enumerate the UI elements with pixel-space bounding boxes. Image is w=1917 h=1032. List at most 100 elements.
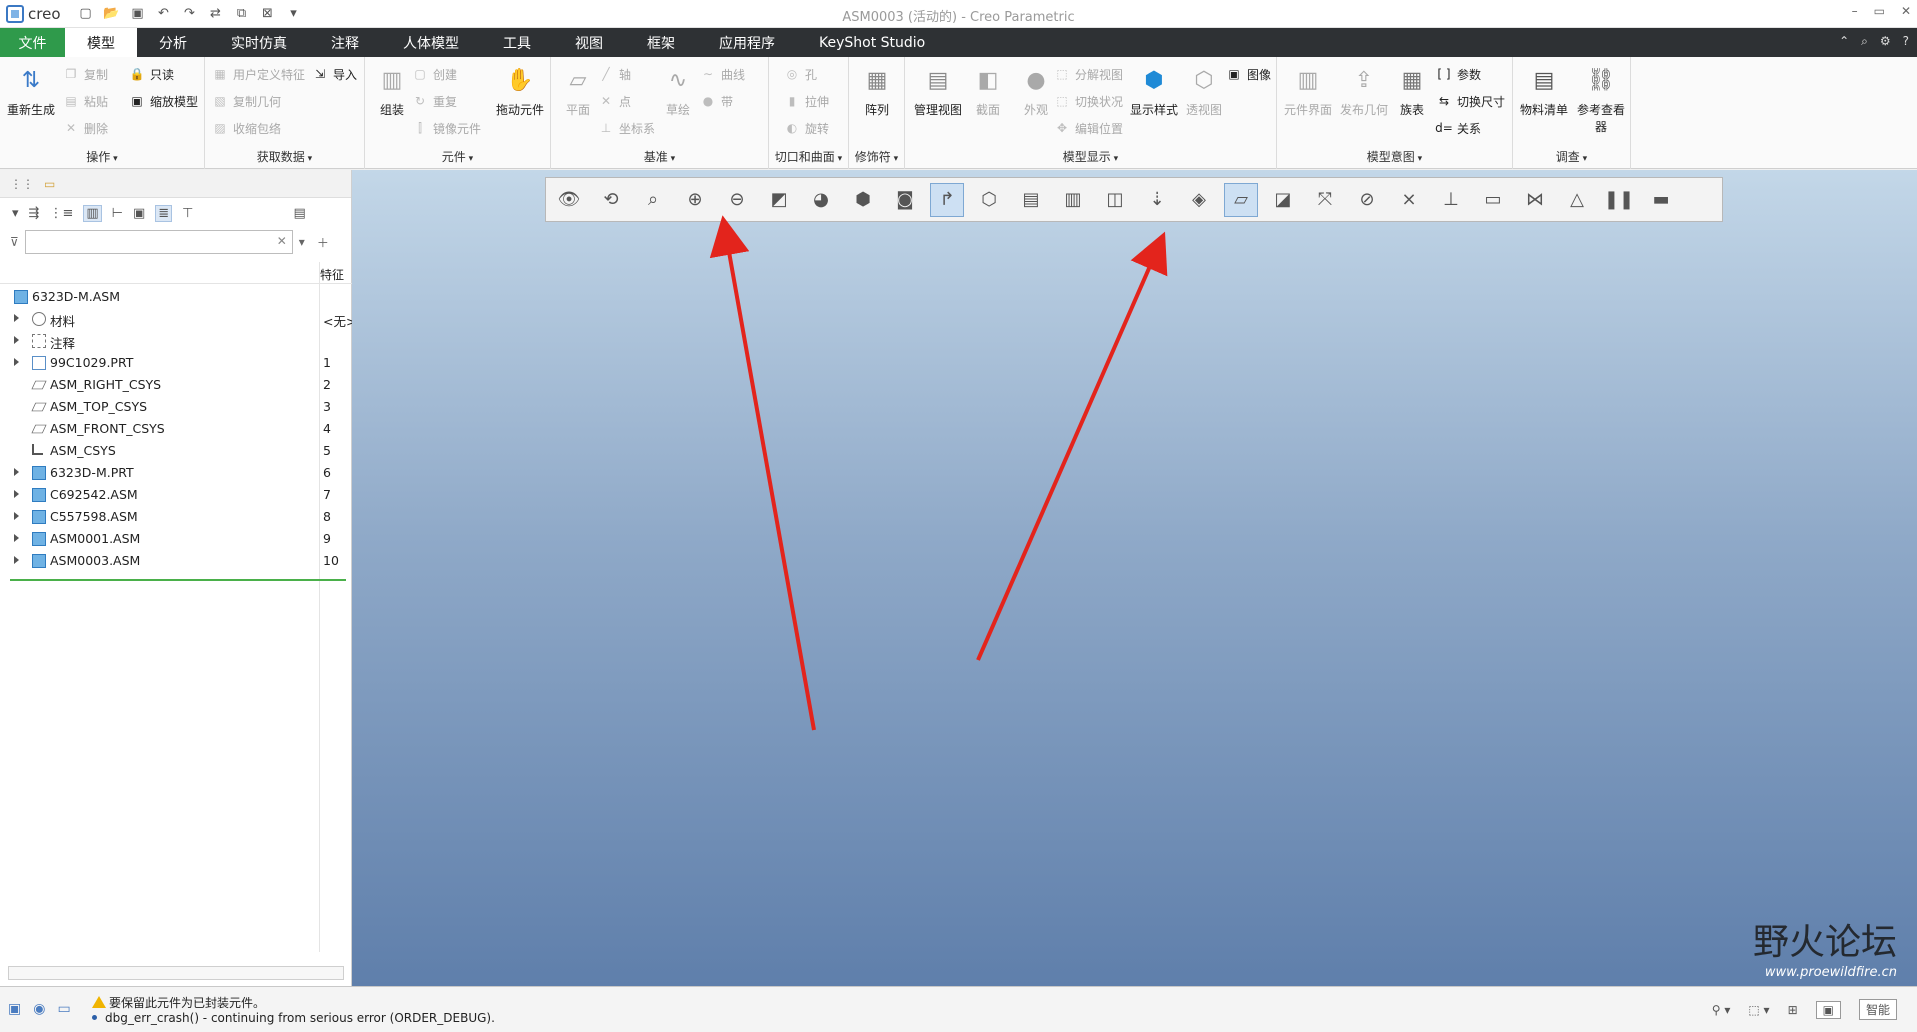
expand-arrow-icon[interactable] [14,468,19,476]
list-view-icon[interactable]: ≣ [155,204,173,222]
horizontal-scrollbar[interactable] [8,966,344,980]
udf-button[interactable]: ▦ 用户定义特征 [211,63,305,85]
expand-arrow-icon[interactable] [14,490,19,498]
group-label[interactable]: 元件 [365,148,550,165]
tree-row[interactable]: 6323D-M.ASM [0,286,352,308]
help-icon[interactable]: ? [1903,34,1909,49]
copy-button[interactable]: ❐ 复制 [62,63,108,85]
create-button[interactable]: ▢ 创建 [411,63,457,85]
insert-here-marker[interactable] [10,579,346,581]
expand-arrow-icon[interactable] [14,336,19,344]
clear-search-icon[interactable]: ✕ [277,234,287,248]
collapse-ribbon-icon[interactable]: ⌃ [1839,34,1849,49]
tree-row[interactable]: ASM0003.ASM 10 [0,550,352,572]
save-icon[interactable]: ▣ [127,4,149,24]
expand-arrow-icon[interactable] [14,534,19,542]
tab-view[interactable]: 视图 [553,28,625,57]
expand-arrow-icon[interactable] [14,556,19,564]
tree-search-input[interactable]: ✕ [24,230,293,254]
windows-icon[interactable]: ⧉ [231,4,253,24]
filter-icon[interactable]: ⊽ [10,235,19,249]
curve-button[interactable]: ∼ 曲线 [699,63,745,85]
section-button[interactable]: ◧ 截面 [961,63,1015,118]
settings-icon[interactable]: ⚙ [1880,34,1891,49]
tab-framework[interactable]: 框架 [625,28,697,57]
component-interface-button[interactable]: ▥ 元件界面 [1281,63,1335,118]
tree-row[interactable]: 注释 [0,330,352,352]
explode-view-button[interactable]: ⬚ 分解视图 [1053,63,1123,85]
axis-button[interactable]: ╱ 轴 [597,63,631,85]
close-button[interactable]: ✕ [1901,4,1911,18]
reference-viewer-button[interactable]: ⛓ 参考查看器 [1573,63,1629,135]
tree-row[interactable]: ASM0001.ASM 9 [0,528,352,550]
pattern-button[interactable]: ▦ 阵列 [850,63,904,118]
tree-row[interactable]: 99C1029.PRT 1 [0,352,352,374]
switch-dimensions-button[interactable]: ⇆ 切换尺寸 [1435,90,1505,112]
tree-row[interactable]: 材料 <无> [0,308,356,330]
tab-model[interactable]: 模型 [65,28,137,57]
publish-geometry-button[interactable]: ⇪ 发布几何 [1337,63,1391,118]
grid-icon[interactable]: ⊞ [1788,1003,1798,1017]
find-icon[interactable]: ⚲ ▾ [1712,1003,1731,1017]
regeneration-status-icon[interactable]: ▣ [1815,1000,1841,1019]
expand-arrow-icon[interactable] [14,512,19,520]
tree-row[interactable]: 6323D-M.PRT 6 [0,462,352,484]
columns-icon[interactable]: ▥ [83,204,102,222]
folder-browser-tab-icon[interactable]: ▭ [44,177,55,191]
tab-live-simulation[interactable]: 实时仿真 [209,28,309,57]
delete-button[interactable]: ✕ 删除 [62,117,108,139]
bom-button[interactable]: ▤ 物料清单 [1517,63,1571,118]
parameters-button[interactable]: [ ] 参数 [1435,63,1481,85]
tab-manikin[interactable]: 人体模型 [381,28,481,57]
tree-row[interactable]: C557598.ASM 8 [0,506,352,528]
graphics-window[interactable]: 👁 ⟲ ⌕ ⊕ ⊖ ◩ ◕ ⬢ ◙ ↱ ⬡ ▤ ▥ ◫ ⇣ ◈ ▱ ◪ ⤧ ⊘ ⨯ ⊥ ▭ ⋈ △ ❚❚ ▬ 野火论坛 www.pr… [352,170,1917,986]
model-tree-tab-icon[interactable]: ⋮⋮ [10,177,34,191]
redo-icon[interactable]: ↷ [179,4,201,24]
extrude-button[interactable]: ▮ 拉伸 [783,90,829,112]
tree-row[interactable]: ASM_FRONT_CSYS 4 [0,418,352,440]
expand-arrow-icon[interactable] [14,358,19,366]
group-label[interactable]: 修饰符 [849,148,904,165]
new-icon[interactable]: ▢ [75,4,97,24]
tree-filter-icon[interactable]: ⋮≡ [49,206,73,221]
undo-icon[interactable]: ↶ [153,4,175,24]
hierarchy-icon[interactable]: ⊤ [182,206,193,221]
show-icon[interactable]: ⇶ [29,206,40,221]
sketch-button[interactable]: ∿ 草绘 [651,63,705,118]
browser-toggle-icon[interactable]: ◉ [33,1001,45,1017]
minimize-button[interactable]: – [1852,4,1858,18]
group-label[interactable]: 模型意图 [1277,148,1512,165]
image-button[interactable]: ▣ 图像 [1225,63,1271,85]
customize-icon[interactable]: ▾ [283,4,305,24]
regenerate-button[interactable]: ⇅ 重新生成 [4,63,58,118]
search-icon[interactable]: ⌕ [1861,34,1868,49]
copy-geometry-button[interactable]: ▧ 复制几何 [211,90,281,112]
tab-keyshot[interactable]: KeyShot Studio [797,28,947,57]
display-style-button[interactable]: ⬢ 显示样式 [1127,63,1181,118]
revolve-button[interactable]: ◐ 旋转 [783,117,829,139]
import-button[interactable]: ⇲ 导入 [311,63,357,85]
tree-levels-icon[interactable]: ⊢ [112,206,123,221]
perspective-button[interactable]: ⬡ 透视图 [1177,63,1231,118]
filter-dropdown-icon[interactable]: ▾ [299,235,305,249]
repeat-button[interactable]: ↻ 重复 [411,90,457,112]
close-window-icon[interactable]: ⊠ [257,4,279,24]
open-icon[interactable]: 📂 [101,4,123,24]
hole-button[interactable]: ◎ 孔 [783,63,817,85]
feature-column-header[interactable]: 特征 [320,266,344,283]
regenerate-icon[interactable]: ⇄ [205,4,227,24]
tree-row[interactable]: C692542.ASM 7 [0,484,352,506]
tree-row[interactable]: ASM_TOP_CSYS 3 [0,396,352,418]
relations-button[interactable]: d= 关系 [1435,117,1481,139]
shrinkwrap-button[interactable]: ▨ 收缩包络 [211,117,281,139]
group-label[interactable]: 基准 [551,148,768,165]
tree-row[interactable]: ASM_CSYS 5 [0,440,352,462]
tab-file[interactable]: 文件 [0,28,65,57]
paste-button[interactable]: ▤ 粘贴 [62,90,108,112]
csys-button[interactable]: ⊥ 坐标系 [597,117,655,139]
full-screen-icon[interactable]: ▭ [57,1001,70,1017]
tab-applications[interactable]: 应用程序 [697,28,797,57]
selection-box-icon[interactable]: ⬚ ▾ [1748,1003,1769,1017]
group-label[interactable]: 操作 [0,148,204,165]
toggle-status-button[interactable]: ⬚ 切换状况 [1053,90,1123,112]
